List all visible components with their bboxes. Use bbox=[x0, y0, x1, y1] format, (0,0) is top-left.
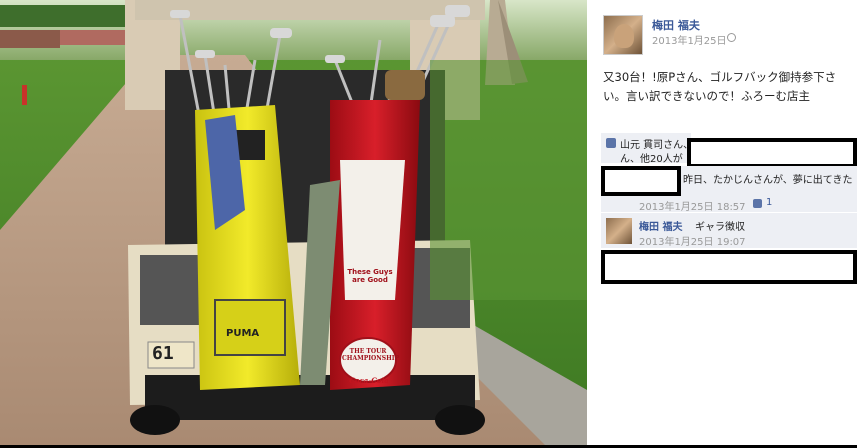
likes-text-line1[interactable]: 山元 貫司さん、 bbox=[620, 136, 693, 151]
thumbs-up-icon[interactable] bbox=[606, 138, 616, 148]
comment-2-timestamp[interactable]: 2013年1月25日 19:07 bbox=[639, 233, 746, 248]
avatar-dog-icon bbox=[614, 24, 634, 48]
sponsor-text-label: Coca-Cola bbox=[349, 376, 389, 385]
comment-2-avatar[interactable] bbox=[606, 218, 632, 244]
bag-brand-label: PUMA bbox=[226, 328, 260, 339]
author-avatar[interactable] bbox=[603, 15, 643, 55]
comment-1-timestamp[interactable]: 2013年1月25日 18:57 bbox=[639, 198, 746, 213]
cart-number-label: 61 bbox=[152, 343, 174, 364]
post-author-name[interactable]: 梅田 福夫 bbox=[652, 17, 700, 33]
tag-text-label: These Guys are Good bbox=[347, 268, 393, 284]
comment-1-like-icon[interactable] bbox=[753, 199, 762, 208]
redacted-box-commenter bbox=[601, 166, 681, 196]
redacted-box-comment-input bbox=[601, 250, 857, 284]
comment-2: 梅田 福夫 ギャラ徴収 2013年1月25日 19:07 bbox=[601, 213, 857, 248]
comment-1-text: 昨日、たかじんさんが、夢に出てきた bbox=[683, 175, 853, 186]
golf-cart-photo bbox=[0, 0, 587, 445]
comment-1-like-count[interactable]: 1 bbox=[766, 197, 772, 208]
post-sidebar: 梅田 福夫 2013年1月25日 又30台！!原Pさん、ゴルフバック御持参下さい… bbox=[587, 0, 857, 445]
redacted-box-likes bbox=[687, 138, 857, 168]
comment-2-text: ギャラ徴収 bbox=[695, 222, 745, 233]
likes-row: 山元 貫司さん、 ん、他20人が bbox=[601, 133, 693, 165]
comment-2-author[interactable]: 梅田 福夫 bbox=[639, 218, 682, 233]
likes-text-line2[interactable]: ん、他20人が bbox=[620, 150, 683, 165]
globe-icon bbox=[727, 33, 736, 42]
post-timestamp[interactable]: 2013年1月25日 bbox=[652, 32, 727, 47]
post-text: 又30台！!原Pさん、ゴルフバック御持参下さい。言い訳できないので！ふろーむ店主 bbox=[603, 70, 837, 103]
tour-text-label: THE TOUR CHAMPIONSHIP bbox=[342, 348, 400, 362]
comment-1: 昨日、たかじんさんが、夢に出てきた 2013年1月25日 18:57 1 bbox=[601, 166, 857, 213]
post-photo[interactable]: 61 PUMA These Guys are Good THE TOUR CHA… bbox=[0, 0, 587, 445]
